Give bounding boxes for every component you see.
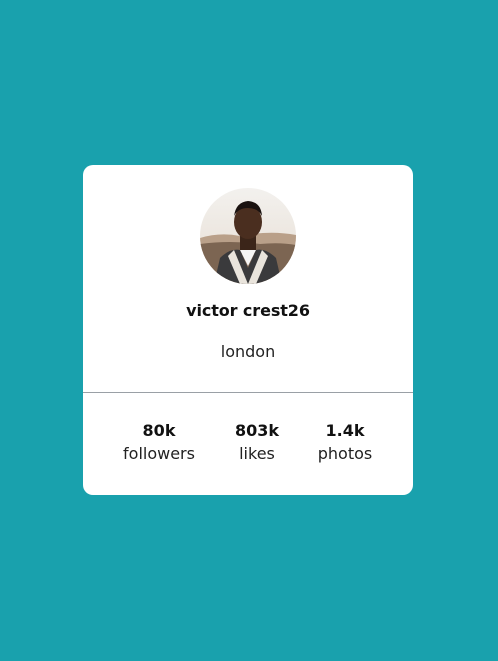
avatar-photo-icon (200, 188, 296, 284)
divider (83, 392, 413, 393)
stat-value: 1.4k (325, 421, 365, 440)
stats-row: 80k followers 803k likes 1.4k photos (83, 420, 413, 470)
profile-name: victor crest26 (186, 301, 310, 320)
profile-card: victor crest26 london 80k followers 803k… (83, 165, 413, 495)
stat-followers: 80k followers (104, 420, 214, 466)
stat-value: 80k (142, 421, 176, 440)
stat-label: followers (123, 444, 195, 463)
stat-photos: 1.4k photos (290, 420, 400, 466)
avatar (200, 188, 296, 284)
stat-label: photos (317, 444, 373, 463)
profile-location: london (220, 342, 276, 361)
